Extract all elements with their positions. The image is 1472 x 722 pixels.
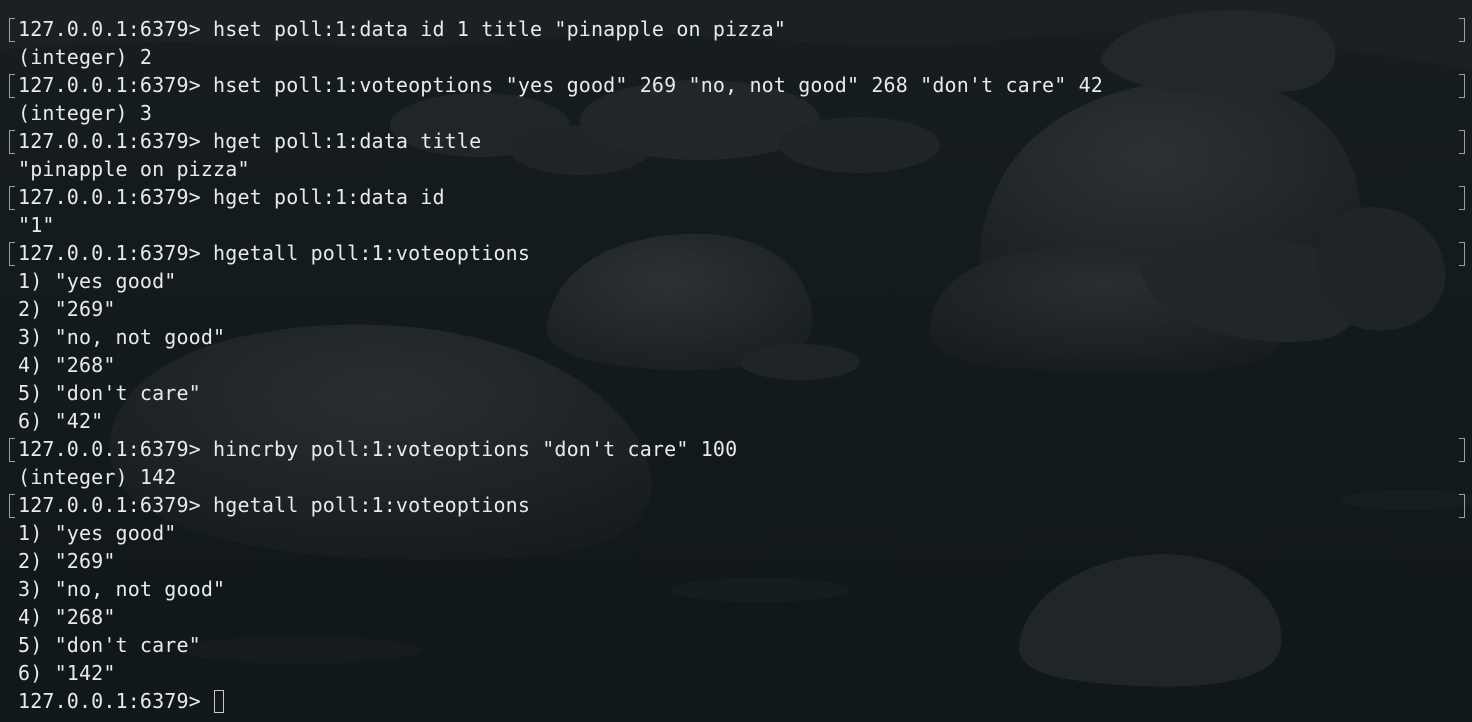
terminal-output-line: 2) "269" bbox=[18, 297, 116, 321]
terminal-output-line: 1) "yes good" bbox=[18, 269, 177, 293]
command-mark-right bbox=[1459, 242, 1465, 266]
terminal-output-line: 3) "no, not good" bbox=[18, 577, 226, 601]
terminal-prompt: 127.0.0.1:6379> bbox=[18, 689, 214, 713]
command-mark-left bbox=[9, 494, 15, 518]
terminal-output-line: (integer) 2 bbox=[18, 45, 153, 69]
terminal-output-line: 3) "no, not good" bbox=[18, 325, 226, 349]
terminal-output-line: 6) "42" bbox=[18, 409, 104, 433]
command-mark-right bbox=[1459, 18, 1465, 42]
terminal-command-line: 127.0.0.1:6379> hget poll:1:data id bbox=[18, 185, 445, 209]
terminal-output-line: 4) "268" bbox=[18, 353, 116, 377]
command-mark-left bbox=[9, 438, 15, 462]
terminal-output-line: 6) "142" bbox=[18, 661, 116, 685]
command-mark-right bbox=[1459, 130, 1465, 154]
terminal-command-line: 127.0.0.1:6379> hincrby poll:1:voteoptio… bbox=[18, 437, 738, 461]
text-cursor bbox=[214, 690, 225, 713]
terminal-output-line: 1) "yes good" bbox=[18, 521, 177, 545]
command-mark-left bbox=[9, 74, 15, 98]
terminal-command-line: 127.0.0.1:6379> hgetall poll:1:voteoptio… bbox=[18, 493, 531, 517]
terminal-command-line: 127.0.0.1:6379> hgetall poll:1:voteoptio… bbox=[18, 241, 531, 265]
command-mark-left bbox=[9, 186, 15, 210]
command-mark-right bbox=[1459, 438, 1465, 462]
terminal-window[interactable]: 127.0.0.1:6379> hset poll:1:data id 1 ti… bbox=[0, 0, 1472, 722]
terminal-output-line: (integer) 3 bbox=[18, 101, 153, 125]
terminal-output-line: "pinapple on pizza" bbox=[18, 157, 250, 181]
command-mark-left bbox=[9, 18, 15, 42]
command-mark-left bbox=[9, 130, 15, 154]
terminal-output-line: 4) "268" bbox=[18, 605, 116, 629]
terminal-output-line: 2) "269" bbox=[18, 549, 116, 573]
command-mark-right bbox=[1459, 74, 1465, 98]
terminal-prompt-line[interactable]: 127.0.0.1:6379> bbox=[18, 687, 225, 715]
terminal-command-line: 127.0.0.1:6379> hset poll:1:voteoptions … bbox=[18, 73, 1103, 97]
terminal-command-line: 127.0.0.1:6379> hset poll:1:data id 1 ti… bbox=[18, 17, 787, 41]
terminal-output-line: 5) "don't care" bbox=[18, 381, 201, 405]
terminal-command-line: 127.0.0.1:6379> hget poll:1:data title bbox=[18, 129, 482, 153]
command-mark-left bbox=[9, 242, 15, 266]
terminal-output-line: "1" bbox=[18, 213, 55, 237]
terminal-output-line: 5) "don't care" bbox=[18, 633, 201, 657]
command-mark-right bbox=[1459, 186, 1465, 210]
command-mark-right bbox=[1459, 494, 1465, 518]
terminal-output-line: (integer) 142 bbox=[18, 465, 177, 489]
